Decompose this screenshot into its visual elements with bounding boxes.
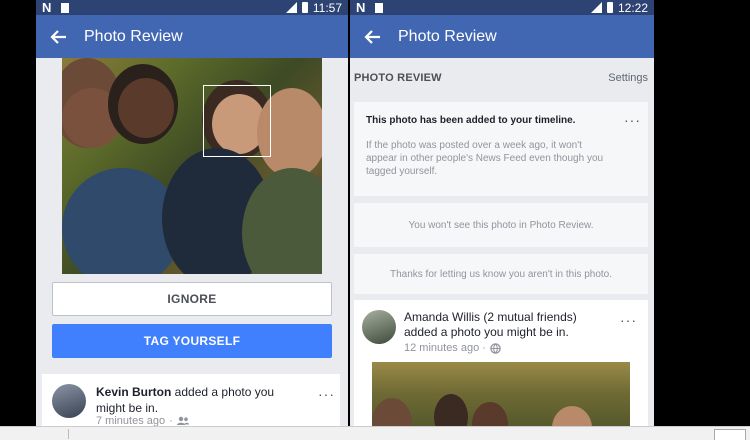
signal-icon: [285, 2, 297, 13]
post-time[interactable]: 12 minutes ago ·: [404, 342, 486, 354]
section-header: PHOTO REVIEW Settings: [350, 58, 654, 98]
more-icon[interactable]: ···: [318, 386, 335, 402]
back-arrow-icon[interactable]: [50, 28, 68, 46]
post-meta: 12 minutes ago ·: [404, 342, 501, 354]
settings-link[interactable]: Settings: [608, 72, 648, 84]
clock: 11:57: [312, 0, 342, 15]
tag-yourself-button[interactable]: TAG YOURSELF: [52, 324, 332, 358]
carrier-icon: N: [42, 0, 52, 15]
back-arrow-icon[interactable]: [364, 28, 382, 46]
right-phone-screen: N 12:22 Photo Review PHOTO REVIEW Settin…: [350, 0, 654, 440]
app-bar: Photo Review: [36, 15, 348, 58]
face-tag-box[interactable]: [203, 85, 271, 157]
page-title: Photo Review: [398, 27, 497, 45]
clock: 12:22: [617, 0, 648, 15]
left-phone-screen: N 11:57 Photo Review IGNORE TAG YOURSELF…: [36, 0, 348, 440]
notification-icon: [61, 2, 70, 13]
thanks-notice: Thanks for letting us know you aren't in…: [354, 254, 648, 294]
section-title: PHOTO REVIEW: [354, 72, 442, 84]
post-headline: Kevin Burton added a photo you might be …: [96, 384, 306, 416]
post-mutual-friends[interactable]: (2 mutual friends): [480, 310, 576, 324]
avatar[interactable]: [362, 310, 396, 344]
post-author[interactable]: Amanda Willis: [404, 310, 480, 324]
signal-icon: [590, 2, 602, 13]
ignore-button[interactable]: IGNORE: [52, 282, 332, 316]
post-headline: Amanda Willis (2 mutual friends) added a…: [404, 310, 614, 340]
review-photo[interactable]: [62, 58, 322, 274]
notice-body: If the photo was posted over a week ago,…: [366, 140, 604, 177]
notification-icon: [375, 2, 384, 13]
feed-post: Amanda Willis (2 mutual friends) added a…: [354, 300, 648, 440]
window-button[interactable]: [714, 429, 746, 440]
host-window-bottom-bar: [0, 426, 750, 440]
more-icon[interactable]: ···: [624, 112, 641, 128]
notice-title: This photo has been added to your timeli…: [366, 115, 576, 126]
carrier-icon: N: [356, 0, 366, 15]
app-bar: Photo Review: [350, 15, 654, 58]
post-action: added a photo you might be in.: [404, 325, 569, 339]
post-author[interactable]: Kevin Burton: [96, 385, 171, 399]
friends-icon: [176, 416, 189, 425]
status-bar: N 12:22: [350, 0, 654, 15]
timeline-notice: This photo has been added to your timeli…: [354, 102, 648, 196]
page-title: Photo Review: [84, 27, 183, 45]
battery-icon: [301, 2, 308, 13]
avatar[interactable]: [52, 384, 86, 418]
battery-icon: [606, 2, 613, 13]
divider: [68, 429, 69, 439]
hidden-notice: You won't see this photo in Photo Review…: [354, 203, 648, 247]
status-bar: N 11:57: [36, 0, 348, 15]
more-icon[interactable]: ···: [620, 312, 637, 328]
globe-icon: [490, 342, 501, 354]
